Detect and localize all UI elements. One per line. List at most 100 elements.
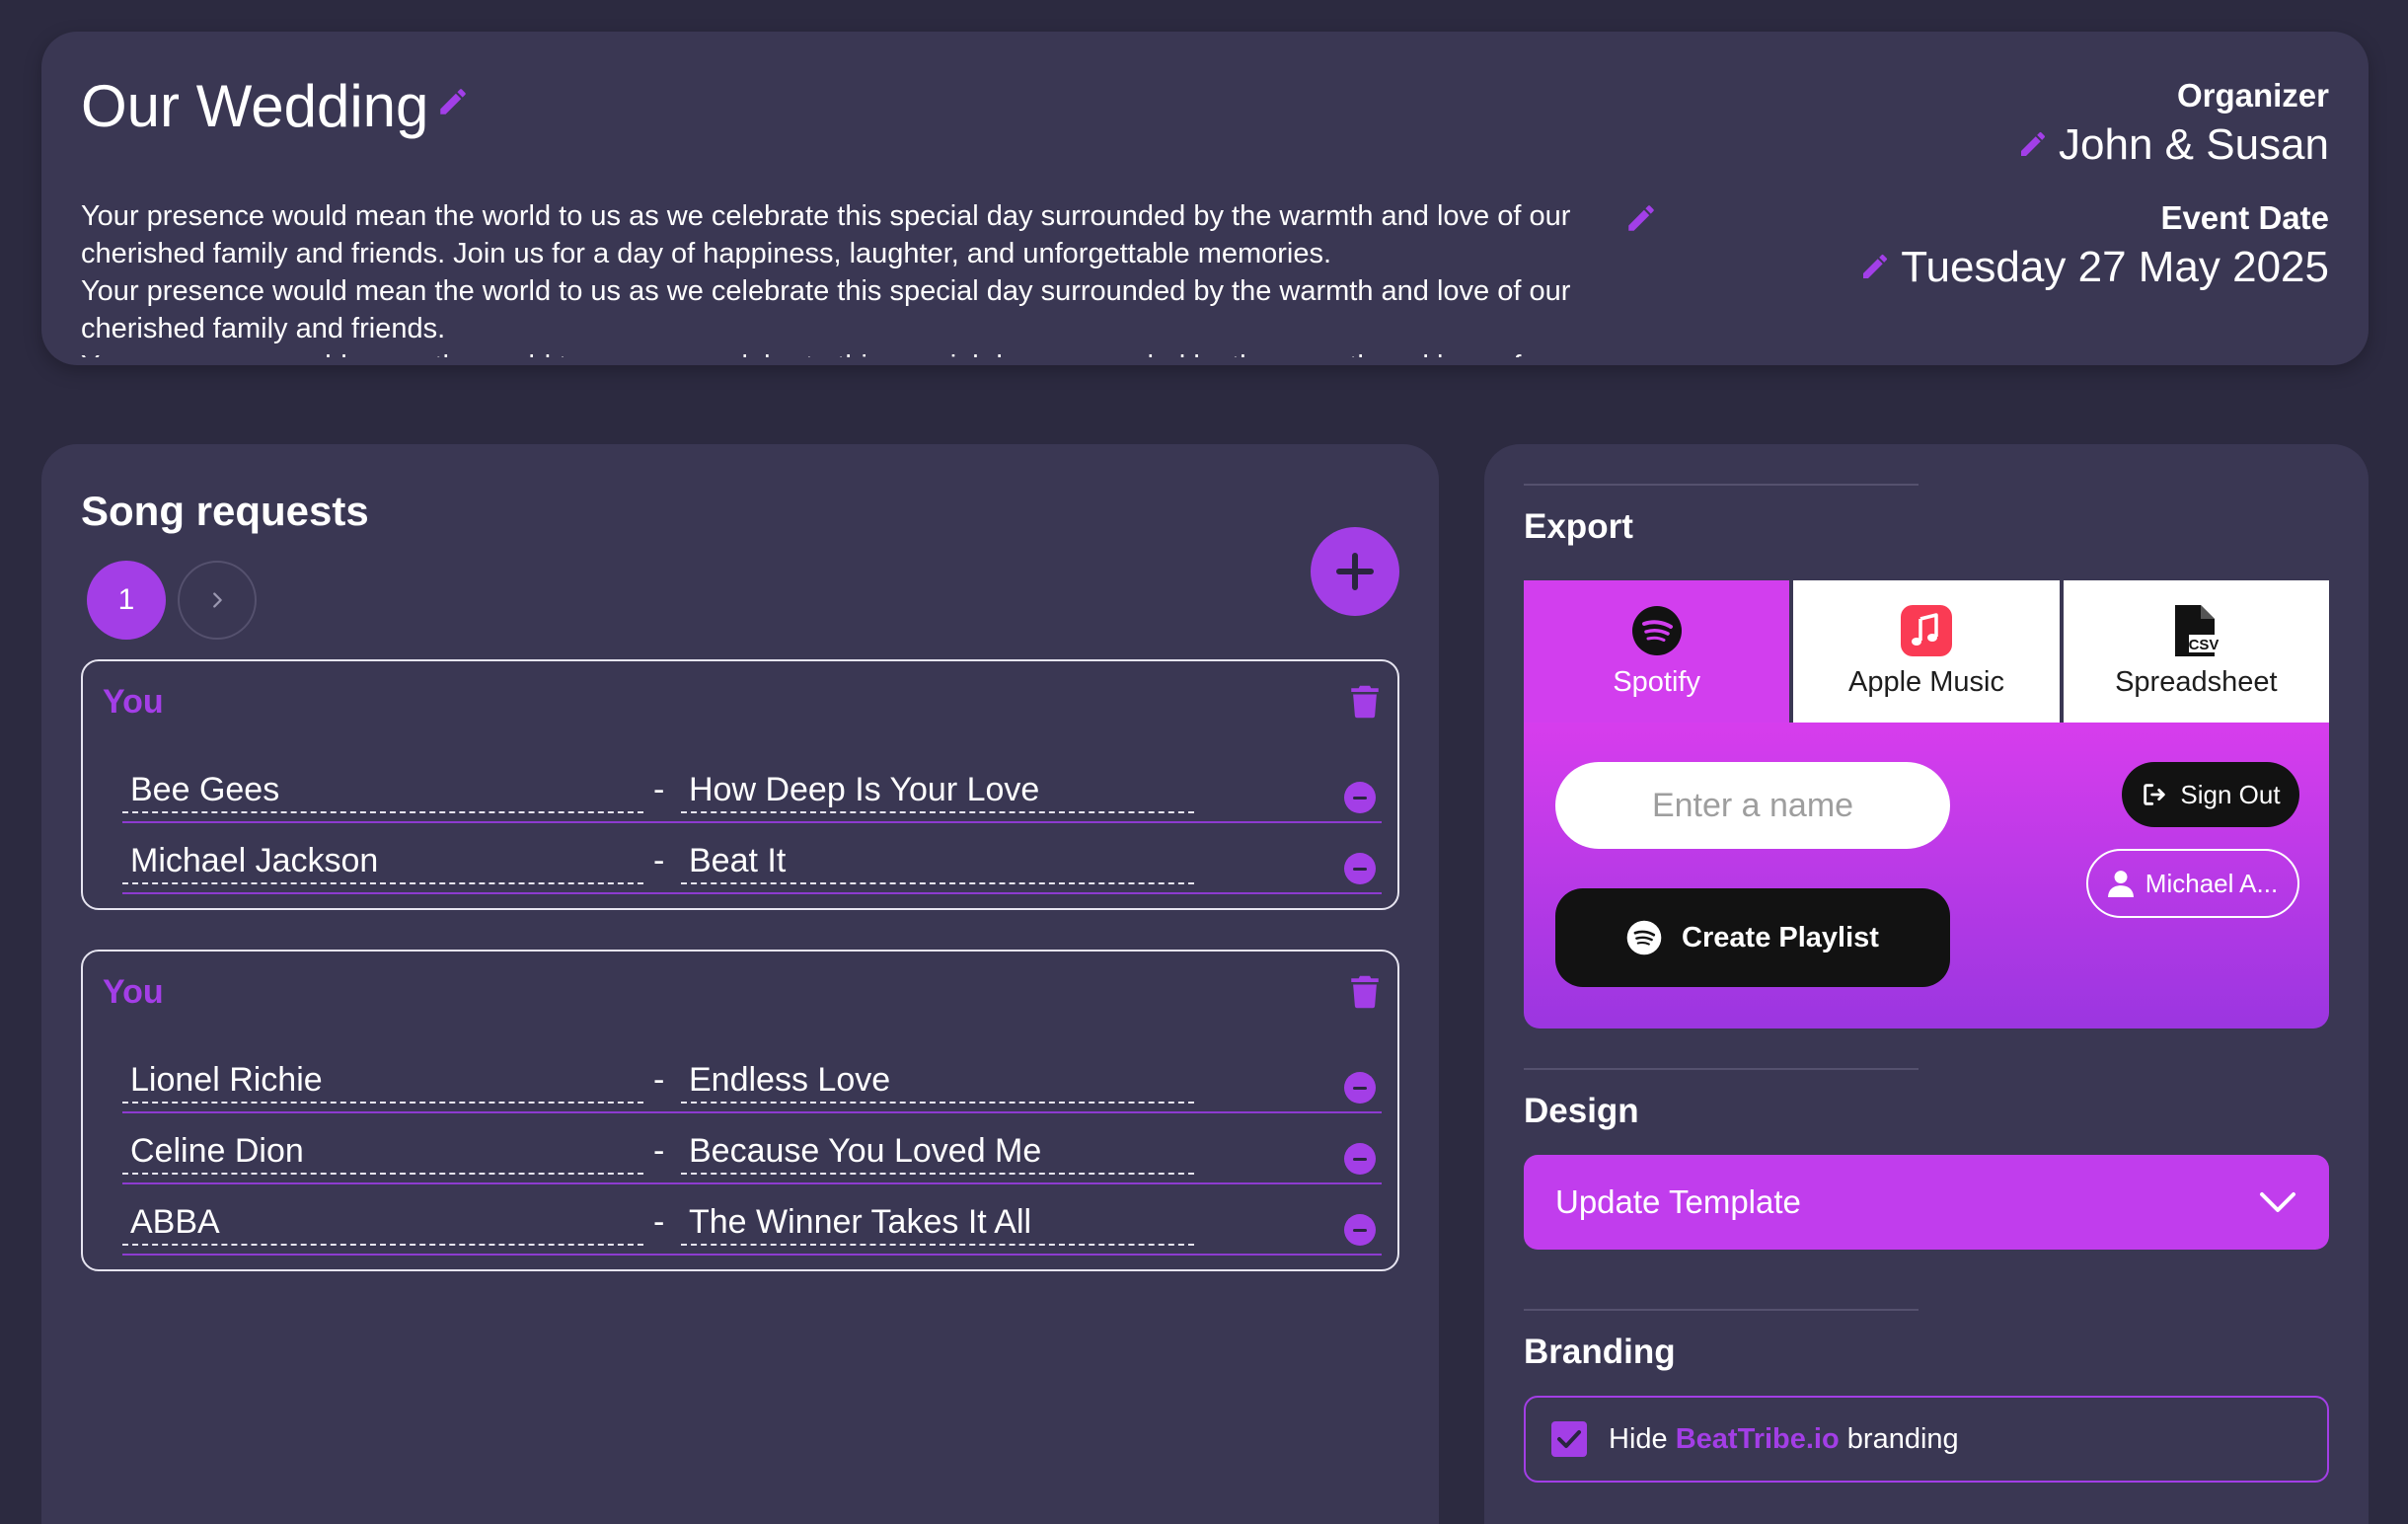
- trash-icon: [1351, 975, 1379, 1009]
- account-name: Michael A...: [2145, 868, 2279, 898]
- spotify-export-form: Create Playlist Sign Out Michael A...: [1524, 723, 2329, 1029]
- sign-out-button[interactable]: Sign Out: [2122, 762, 2299, 827]
- song-row: Lionel Richie - Endless Love: [122, 1042, 1382, 1113]
- song-row: Bee Gees - How Deep Is Your Love: [122, 752, 1382, 823]
- hide-branding-checkbox[interactable]: [1551, 1421, 1587, 1457]
- page-button-current[interactable]: 1: [87, 561, 166, 640]
- song-row: ABBA - The Winner Takes It All: [122, 1184, 1382, 1256]
- event-date-value: Tuesday 27 May 2025: [1901, 242, 2329, 291]
- delete-request-button[interactable]: [1350, 685, 1380, 719]
- create-playlist-button[interactable]: Create Playlist: [1555, 888, 1950, 987]
- song-request-card: You Bee Gees - How Deep Is Your Love Mic…: [81, 659, 1399, 910]
- track-field[interactable]: Because You Loved Me: [681, 1129, 1194, 1175]
- delete-request-button[interactable]: [1350, 975, 1380, 1009]
- user-icon: [2107, 871, 2134, 897]
- template-label: Update Template: [1555, 1183, 1801, 1220]
- artist-field[interactable]: Celine Dion: [122, 1129, 643, 1175]
- remove-song-button[interactable]: [1344, 853, 1376, 884]
- spotify-account-button[interactable]: Michael A...: [2086, 849, 2299, 918]
- spotify-icon: [1626, 920, 1662, 955]
- artist-field[interactable]: Michael Jackson: [122, 839, 643, 884]
- branding-text: Hide BeatTribe.io branding: [1609, 1423, 1959, 1456]
- plus-icon: [1336, 553, 1374, 590]
- event-date-row[interactable]: Tuesday 27 May 2025: [1859, 240, 2329, 294]
- export-title: Export: [1524, 507, 1633, 546]
- event-title-row: Our Wedding: [81, 71, 470, 142]
- brand-link[interactable]: BeatTribe.io: [1676, 1423, 1840, 1455]
- edit-title-pencil-icon[interactable]: [436, 85, 470, 118]
- minus-icon: [1353, 796, 1367, 800]
- trash-icon: [1351, 685, 1379, 719]
- tab-label: Apple Music: [1848, 665, 2004, 698]
- song-request-card: You Lionel Richie - Endless Love Celine …: [81, 950, 1399, 1271]
- chevron-right-icon: [213, 592, 222, 608]
- hide-branding-option[interactable]: Hide BeatTribe.io branding: [1524, 1396, 2329, 1483]
- event-meta: Organizer John & Susan Event Date Tuesda…: [1859, 75, 2329, 294]
- song-separator: -: [653, 1061, 665, 1099]
- section-divider: [1524, 1068, 1919, 1070]
- update-template-dropdown[interactable]: Update Template: [1524, 1155, 2329, 1250]
- song-requests-title: Song requests: [81, 488, 369, 534]
- edit-organizer-pencil-icon[interactable]: [2017, 128, 2049, 160]
- branding-prefix: Hide: [1609, 1422, 1668, 1455]
- sign-out-label: Sign Out: [2180, 779, 2281, 809]
- edit-date-pencil-icon[interactable]: [1859, 251, 1891, 282]
- remove-song-button[interactable]: [1344, 1072, 1376, 1104]
- next-page-button[interactable]: [178, 561, 257, 640]
- chevron-down-icon: [2260, 1192, 2295, 1212]
- song-list: Lionel Richie - Endless Love Celine Dion…: [122, 1042, 1382, 1256]
- remove-song-button[interactable]: [1344, 1143, 1376, 1175]
- minus-icon: [1353, 1086, 1367, 1090]
- event-title: Our Wedding: [81, 73, 429, 139]
- description-line: Your presence would mean the world to us…: [81, 200, 1571, 269]
- song-separator: -: [653, 771, 665, 808]
- tab-spreadsheet[interactable]: CSV Spreadsheet: [2059, 580, 2329, 723]
- tab-spotify[interactable]: Spotify: [1524, 580, 1790, 723]
- organizer-label: Organizer: [2176, 77, 2329, 114]
- sign-out-icon: [2144, 784, 2166, 805]
- artist-field[interactable]: Lionel Richie: [122, 1058, 643, 1104]
- tab-apple-music[interactable]: Apple Music: [1789, 580, 2060, 723]
- requester-name: You: [103, 683, 164, 721]
- song-separator: -: [653, 1132, 665, 1170]
- branding-suffix: branding: [1846, 1422, 1959, 1455]
- check-icon: [1557, 1430, 1581, 1448]
- edit-description-pencil-icon[interactable]: [1624, 201, 1658, 235]
- minus-icon: [1353, 867, 1367, 871]
- requester-name: You: [103, 973, 164, 1011]
- song-list: Bee Gees - How Deep Is Your Love Michael…: [122, 752, 1382, 894]
- track-field[interactable]: Beat It: [681, 839, 1194, 884]
- artist-field[interactable]: ABBA: [122, 1200, 643, 1246]
- event-description[interactable]: Your presence would mean the world to us…: [81, 197, 1640, 357]
- settings-panel: Export Spotify Apple Music CSV Spreadshe…: [1484, 444, 2369, 1524]
- description-line: Your presence would mean the world to us…: [81, 347, 1640, 357]
- branding-title: Branding: [1524, 1333, 1676, 1371]
- song-row: Michael Jackson - Beat It: [122, 823, 1382, 894]
- track-field[interactable]: How Deep Is Your Love: [681, 768, 1194, 813]
- pagination: 1: [87, 561, 257, 640]
- design-title: Design: [1524, 1092, 1639, 1130]
- track-field[interactable]: Endless Love: [681, 1058, 1194, 1104]
- spotify-icon: [1631, 605, 1683, 656]
- page: Our Wedding Your presence would mean the…: [0, 0, 2408, 1524]
- description-line: Your presence would mean the world to us…: [81, 275, 1571, 344]
- section-divider: [1524, 484, 1919, 486]
- song-row: Celine Dion - Because You Loved Me: [122, 1113, 1382, 1184]
- song-requests-panel: Song requests 1 You Bee Gees - How Deep …: [41, 444, 1439, 1524]
- remove-song-button[interactable]: [1344, 1214, 1376, 1246]
- create-playlist-label: Create Playlist: [1682, 921, 1879, 953]
- organizer-row[interactable]: John & Susan: [1859, 117, 2329, 172]
- event-date-label: Event Date: [2160, 198, 2329, 236]
- svg-text:CSV: CSV: [2189, 637, 2219, 653]
- tab-label: Spotify: [1613, 665, 1700, 698]
- playlist-name-input[interactable]: [1555, 762, 1950, 849]
- track-field[interactable]: The Winner Takes It All: [681, 1200, 1194, 1246]
- minus-icon: [1353, 1157, 1367, 1161]
- add-song-button[interactable]: [1311, 527, 1399, 616]
- artist-field[interactable]: Bee Gees: [122, 768, 643, 813]
- remove-song-button[interactable]: [1344, 782, 1376, 813]
- minus-icon: [1353, 1228, 1367, 1232]
- export-tabs: Spotify Apple Music CSV Spreadsheet: [1524, 580, 2329, 723]
- section-divider: [1524, 1309, 1919, 1311]
- csv-file-icon: CSV: [2170, 604, 2221, 656]
